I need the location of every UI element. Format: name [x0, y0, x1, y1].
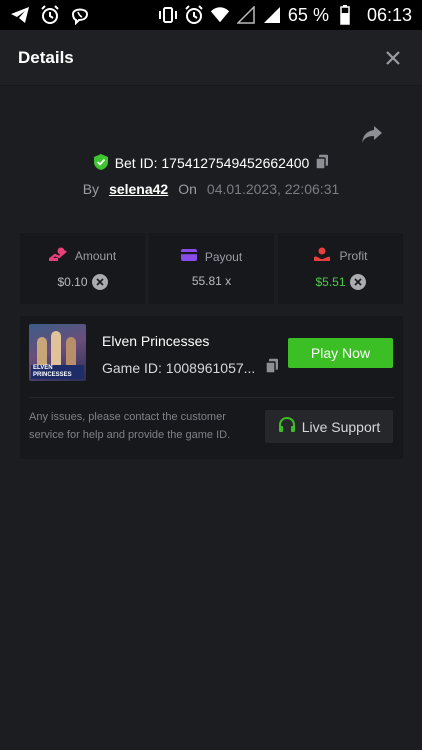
stat-profit: Profit $5.51 [278, 233, 403, 304]
copy-icon [315, 154, 329, 170]
share-button[interactable] [360, 124, 384, 146]
alarm-icon [184, 5, 204, 25]
game-id: Game ID: 1008961057... [102, 359, 256, 376]
stat-value: $5.51 [315, 275, 346, 289]
battery-level: 65 % [287, 4, 329, 25]
divider [29, 397, 394, 398]
live-support-label: Live Support [301, 418, 381, 435]
wifi-icon [210, 5, 230, 25]
vibrate-icon [158, 5, 178, 25]
signal-empty-icon [236, 5, 256, 25]
clock: 06:13 [366, 4, 412, 25]
copy-bet-id-button[interactable] [315, 154, 329, 173]
signal-icon [262, 5, 282, 25]
card-icon [180, 249, 197, 264]
close-icon [386, 50, 400, 65]
stat-label: Profit [339, 248, 368, 263]
thumbnail-caption: ELVEN PRINCESSES [31, 365, 84, 379]
game-card: ELVEN PRINCESSES Elven Princesses Game I… [20, 316, 403, 459]
telegram-icon [10, 5, 30, 25]
stat-value: $0.10 [57, 275, 88, 289]
live-support-button[interactable]: Live Support [265, 410, 393, 443]
bet-id: Bet ID: 1754127549452662400 [114, 155, 310, 171]
coin-icon [91, 274, 108, 290]
play-now-button[interactable]: Play Now [288, 338, 393, 368]
copy-icon [265, 358, 279, 374]
username-link[interactable]: selena42 [109, 181, 168, 197]
game-id-row: Game ID: 1008961057... [102, 358, 279, 377]
page-title: Details [18, 47, 74, 67]
coin-icon [349, 274, 366, 290]
battery-icon [335, 5, 355, 25]
game-thumbnail[interactable]: ELVEN PRINCESSES [29, 324, 86, 381]
bet-meta-row: By selena42 On 04.01.2023, 22:06:31 [0, 178, 422, 200]
stat-amount: Amount $0.10 [20, 233, 145, 304]
profit-icon [313, 247, 331, 264]
shield-check-icon [93, 153, 109, 174]
amount-icon [48, 247, 67, 264]
bet-date: 04.01.2023, 22:06:31 [206, 181, 340, 197]
stat-label: Payout [204, 249, 243, 264]
close-button[interactable] [382, 47, 404, 69]
details-header: Details [0, 30, 422, 86]
by-label: By [82, 181, 100, 197]
support-text: Any issues, please contact the customer … [29, 411, 231, 441]
viber-icon [70, 5, 90, 25]
bet-stats: Amount $0.10 Payout 55.81 x Profit $5.51 [20, 233, 403, 304]
stat-payout: Payout 55.81 x [149, 233, 274, 304]
stat-label: Amount [74, 248, 117, 263]
copy-game-id-button[interactable] [265, 358, 279, 377]
game-title: Elven Princesses [102, 333, 210, 349]
status-bar: 65 % 06:13 [0, 0, 422, 30]
bet-id-row: Bet ID: 1754127549452662400 [0, 152, 422, 174]
stat-value: 55.81 x [191, 274, 232, 288]
share-icon [362, 126, 382, 143]
alarm-icon [40, 5, 60, 25]
on-label: On [178, 181, 197, 197]
headset-icon [278, 416, 296, 437]
